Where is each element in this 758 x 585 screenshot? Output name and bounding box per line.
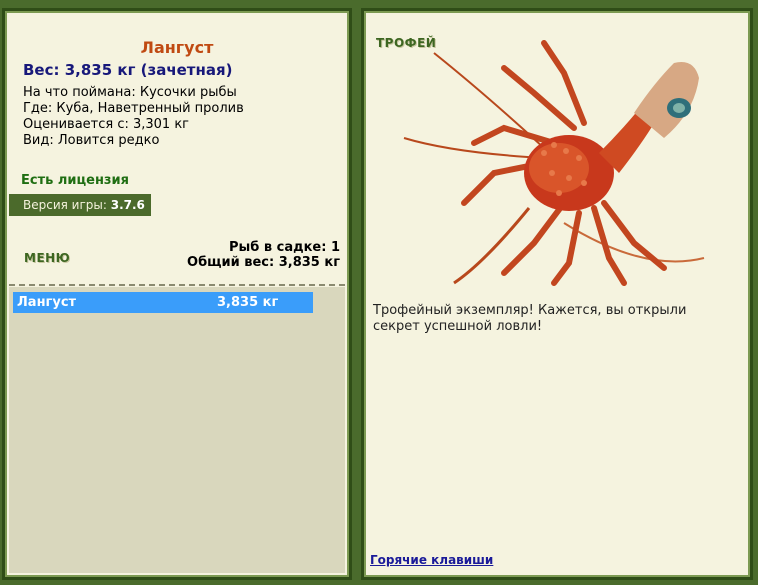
game-version: Версия игры: 3.7.6	[9, 194, 151, 216]
menu-button[interactable]: МЕНЮ	[24, 251, 70, 265]
fish-bait: На что поймана: Кусочки рыбы	[23, 85, 237, 100]
trophy-description: Трофейный экземпляр! Кажется, вы открыли…	[373, 303, 687, 334]
catch-list: Лангуст 3,835 кг	[9, 287, 345, 573]
fish-name: Лангуст	[140, 38, 214, 57]
fish-rarity: Вид: Ловится редко	[23, 133, 160, 148]
trophy-panel: ТРОФЕЙ Трофейный экземпляр! Кажется, вы …	[361, 8, 753, 580]
hotkeys-link[interactable]: Горячие клавиши	[370, 553, 493, 567]
catch-weight: 3,835 кг	[217, 295, 279, 310]
license-status: Есть лицензия	[21, 173, 129, 188]
list-item[interactable]: Лангуст 3,835 кг	[13, 292, 313, 313]
fish-location: Где: Куба, Наветренный пролив	[23, 101, 244, 116]
fish-info-panel: Лангуст Вес: 3,835 кг (зачетная) На что …	[2, 8, 352, 580]
divider	[9, 284, 345, 286]
version-label: Версия игры:	[23, 198, 107, 212]
fish-weight: Вес: 3,835 кг (зачетная)	[23, 61, 233, 79]
cage-total-weight: Общий вес: 3,835 кг	[187, 255, 340, 270]
lobster-icon	[403, 40, 705, 286]
fish-valued: Оценивается с: 3,301 кг	[23, 117, 190, 132]
catch-name: Лангуст	[17, 295, 77, 310]
version-value: 3.7.6	[110, 198, 145, 212]
cage-count: Рыб в садке: 1	[228, 240, 340, 255]
lobster-image	[394, 33, 714, 288]
